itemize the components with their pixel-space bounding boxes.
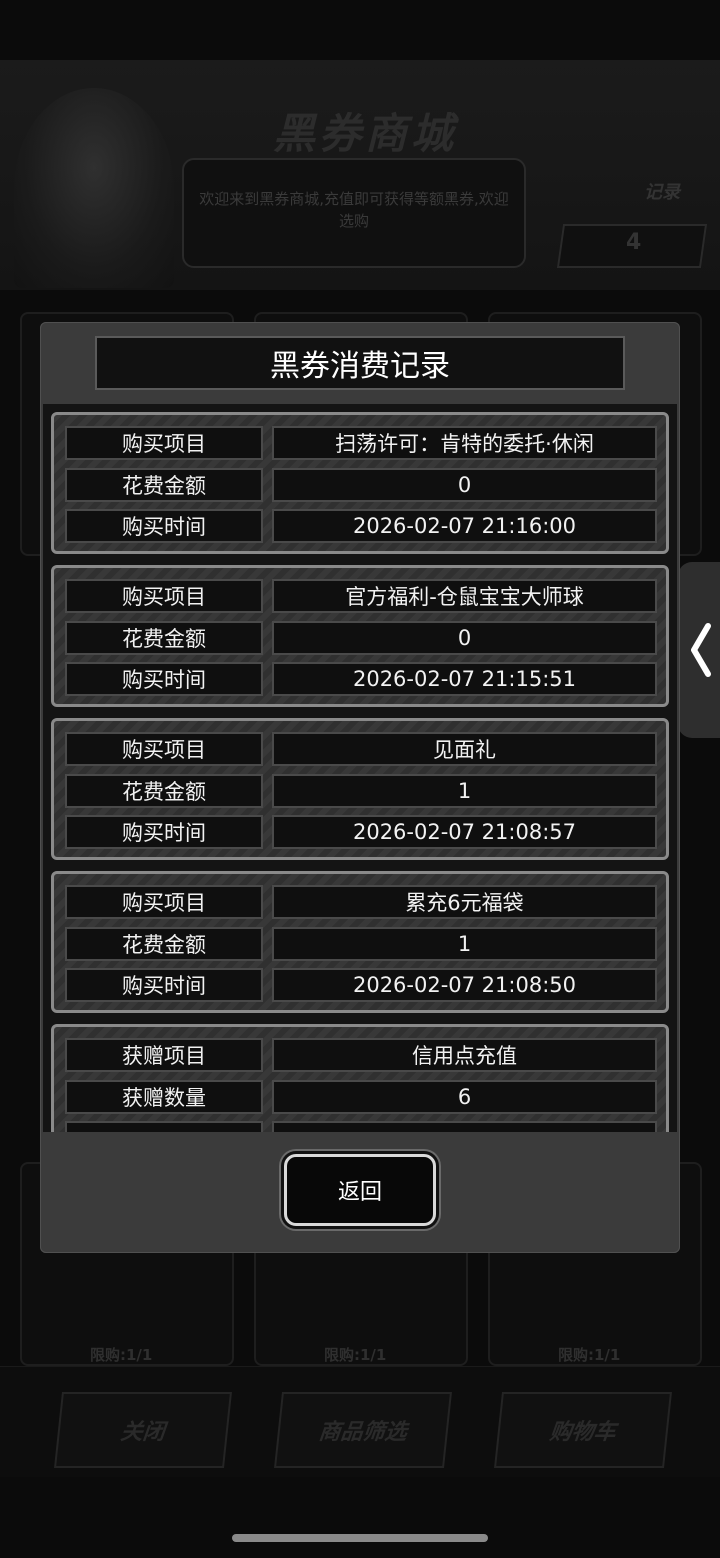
row-label: 购买项目 bbox=[65, 885, 263, 919]
home-indicator[interactable] bbox=[232, 1534, 488, 1542]
row-label: 花费金额 bbox=[65, 621, 263, 655]
row-label bbox=[65, 1121, 263, 1132]
row-label: 花费金额 bbox=[65, 927, 263, 961]
item-limit: 限购:1/1 bbox=[90, 1346, 153, 1364]
item-limit: 限购:1/1 bbox=[324, 1346, 387, 1364]
record-row: 花费金额 1 bbox=[65, 774, 657, 808]
record-list[interactable]: 购买项目 扫荡许可：肯特的委托·休闲 花费金额 0 购买时间 2026-02-0… bbox=[43, 404, 677, 1132]
record-row: 购买时间 2026-02-07 21:08:57 bbox=[65, 815, 657, 849]
row-value: 2026-02-07 21:15:51 bbox=[272, 662, 657, 696]
consumption-record-dialog: 黑券消费记录 购买项目 扫荡许可：肯特的委托·休闲 花费金额 0 购买时间 20… bbox=[40, 322, 680, 1253]
shop-title: 黑券商城 bbox=[272, 109, 457, 158]
row-label: 购买时间 bbox=[65, 815, 263, 849]
record-row: 购买项目 扫荡许可：肯特的委托·休闲 bbox=[65, 426, 657, 460]
record-card: 购买项目 官方福利-仓鼠宝宝大师球 花费金额 0 购买时间 2026-02-07… bbox=[51, 565, 669, 707]
welcome-text: 欢迎来到黑券商城,充值即可获得等额黑券,欢迎选购 bbox=[199, 190, 509, 230]
record-row: 购买时间 2026-02-07 21:08:50 bbox=[65, 968, 657, 1002]
coupon-count: 4 bbox=[626, 230, 642, 255]
record-row: 购买项目 见面礼 bbox=[65, 732, 657, 766]
row-value: 1 bbox=[272, 927, 657, 961]
row-label: 获赠数量 bbox=[65, 1080, 263, 1114]
record-row: 购买时间 2026-02-07 21:15:51 bbox=[65, 662, 657, 696]
row-value: 官方福利-仓鼠宝宝大师球 bbox=[272, 579, 657, 613]
row-value: 2026-02-07 21:16:00 bbox=[272, 509, 657, 543]
record-row: 购买时间 2026-02-07 21:16:00 bbox=[65, 509, 657, 543]
row-value: 累充6元福袋 bbox=[272, 885, 657, 919]
row-label: 购买时间 bbox=[65, 662, 263, 696]
row-value: 2026-02-07 21:08:50 bbox=[272, 968, 657, 1002]
row-value bbox=[272, 1121, 657, 1132]
record-row: 购买项目 官方福利-仓鼠宝宝大师球 bbox=[65, 579, 657, 613]
row-label: 购买项目 bbox=[65, 579, 263, 613]
row-label: 获赠项目 bbox=[65, 1038, 263, 1072]
record-card: 购买项目 扫荡许可：肯特的委托·休闲 花费金额 0 购买时间 2026-02-0… bbox=[51, 412, 669, 554]
record-row bbox=[65, 1121, 657, 1132]
row-label: 购买时间 bbox=[65, 509, 263, 543]
row-label: 花费金额 bbox=[65, 774, 263, 808]
record-row: 花费金额 0 bbox=[65, 621, 657, 655]
chevron-left-icon bbox=[691, 623, 711, 677]
close-shop-button[interactable]: 关闭 bbox=[54, 1392, 232, 1468]
filter-button[interactable]: 商品筛选 bbox=[274, 1392, 452, 1468]
row-value: 1 bbox=[272, 774, 657, 808]
item-limit: 限购:1/1 bbox=[558, 1346, 621, 1364]
record-card: 购买项目 累充6元福袋 花费金额 1 购买时间 2026-02-07 21:08… bbox=[51, 871, 669, 1013]
record-button[interactable]: 记录 bbox=[644, 178, 680, 204]
row-value: 扫荡许可：肯特的委托·休闲 bbox=[272, 426, 657, 460]
row-label: 购买时间 bbox=[65, 968, 263, 1002]
row-label: 购买项目 bbox=[65, 426, 263, 460]
record-row: 获赠数量 6 bbox=[65, 1080, 657, 1114]
record-card: 购买项目 见面礼 花费金额 1 购买时间 2026-02-07 21:08:57 bbox=[51, 718, 669, 860]
row-label: 购买项目 bbox=[65, 732, 263, 766]
record-card: 获赠项目 信用点充值 获赠数量 6 bbox=[51, 1024, 669, 1132]
record-row: 花费金额 1 bbox=[65, 927, 657, 961]
cart-button[interactable]: 购物车 bbox=[494, 1392, 672, 1468]
welcome-bubble: 欢迎来到黑券商城,充值即可获得等额黑券,欢迎选购 bbox=[182, 158, 526, 268]
row-value: 0 bbox=[272, 468, 657, 502]
dialog-title: 黑券消费记录 bbox=[95, 336, 625, 390]
row-value: 0 bbox=[272, 621, 657, 655]
record-row: 购买项目 累充6元福袋 bbox=[65, 885, 657, 919]
npc-portrait bbox=[14, 88, 174, 288]
record-row: 获赠项目 信用点充值 bbox=[65, 1038, 657, 1072]
row-value: 见面礼 bbox=[272, 732, 657, 766]
back-button[interactable]: 返回 bbox=[284, 1154, 436, 1226]
record-row: 花费金额 0 bbox=[65, 468, 657, 502]
side-drawer-tab[interactable] bbox=[678, 562, 720, 738]
row-label: 花费金额 bbox=[65, 468, 263, 502]
row-value: 6 bbox=[272, 1080, 657, 1114]
row-value: 2026-02-07 21:08:57 bbox=[272, 815, 657, 849]
row-value: 信用点充值 bbox=[272, 1038, 657, 1072]
